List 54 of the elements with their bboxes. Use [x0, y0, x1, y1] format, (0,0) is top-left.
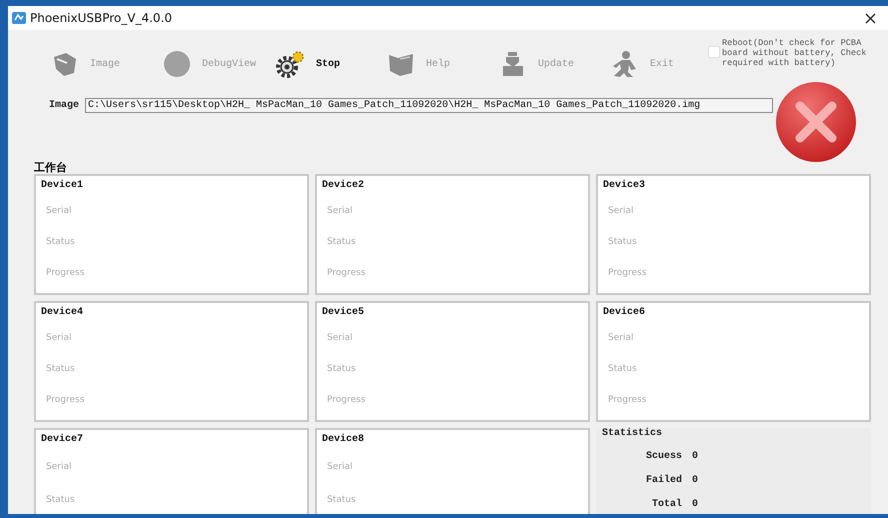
- close-icon[interactable]: [865, 12, 876, 24]
- stat-label: Scuess: [644, 450, 682, 462]
- field-label: Status: [327, 364, 356, 374]
- field-label: Status: [327, 237, 356, 248]
- circle-icon: [162, 49, 192, 79]
- toolbar-button[interactable]: Update: [498, 49, 610, 79]
- toolbar-button[interactable]: Exit: [610, 49, 722, 79]
- toolbar-button[interactable]: Help: [386, 49, 498, 79]
- field-label: Serial: [46, 462, 72, 472]
- field-label: Progress: [327, 395, 366, 406]
- device-name: Device7: [41, 434, 84, 447]
- field-label: Serial: [608, 206, 634, 216]
- field-label: Status: [46, 364, 75, 374]
- stat-label: Failed: [644, 474, 682, 486]
- field-label: Progress: [327, 268, 366, 278]
- reboot-label: Reboot(Don't check for PCBA board without battery, Check required with battery): [722, 38, 868, 68]
- error-icon[interactable]: [774, 80, 858, 164]
- stat-value: 0: [692, 474, 698, 486]
- field-label: Serial: [327, 462, 352, 472]
- device-name: Device6: [603, 307, 646, 320]
- toolbar-button[interactable]: Image: [50, 49, 162, 79]
- field-label: Progress: [608, 395, 646, 406]
- app-icon: [12, 11, 26, 25]
- image-path-field[interactable]: C:\Users\sr115\Desktop\H2H_ MsPacMan_10 Games_Patch_11092020\H2H_ MsPacMan_10 Games_Patch_11092020.img: [85, 98, 774, 113]
- field-label: Serial: [327, 332, 352, 343]
- field-label: Status: [608, 364, 637, 374]
- workbench-title: 工作台: [34, 160, 68, 174]
- field-label: Serial: [327, 206, 352, 216]
- device-name: Device4: [41, 307, 84, 320]
- gear-icon: [274, 49, 306, 79]
- image-label: Image: [49, 100, 80, 111]
- window-title: PhoenixUSBPro_V_4.0.0: [30, 11, 174, 25]
- field-label: Serial: [46, 206, 72, 216]
- device-name: Device5: [322, 307, 366, 320]
- field-label: Status: [46, 494, 75, 504]
- toolbar-button[interactable]: DebugView: [162, 49, 274, 79]
- field-label: Serial: [608, 332, 634, 343]
- stat-value: 0: [692, 498, 698, 510]
- device-name: Device2: [322, 180, 366, 193]
- field-label: Serial: [46, 332, 72, 343]
- field-label: Progress: [46, 395, 84, 406]
- field-label: Progress: [46, 268, 84, 278]
- stat-label: Total: [650, 498, 682, 510]
- field-label: Status: [327, 494, 356, 504]
- device-name: Device1: [41, 180, 84, 193]
- device-name: Device8: [322, 434, 366, 447]
- field-label: Status: [46, 237, 75, 248]
- device-name: Device3: [603, 180, 646, 193]
- statistics-title: Statistics: [602, 428, 664, 441]
- reboot-checkbox[interactable]: [708, 46, 720, 58]
- field-label: Status: [608, 237, 637, 248]
- field-label: Progress: [608, 268, 646, 278]
- stat-value: 0: [692, 450, 698, 462]
- toolbar-button[interactable]: Stop: [274, 49, 386, 79]
